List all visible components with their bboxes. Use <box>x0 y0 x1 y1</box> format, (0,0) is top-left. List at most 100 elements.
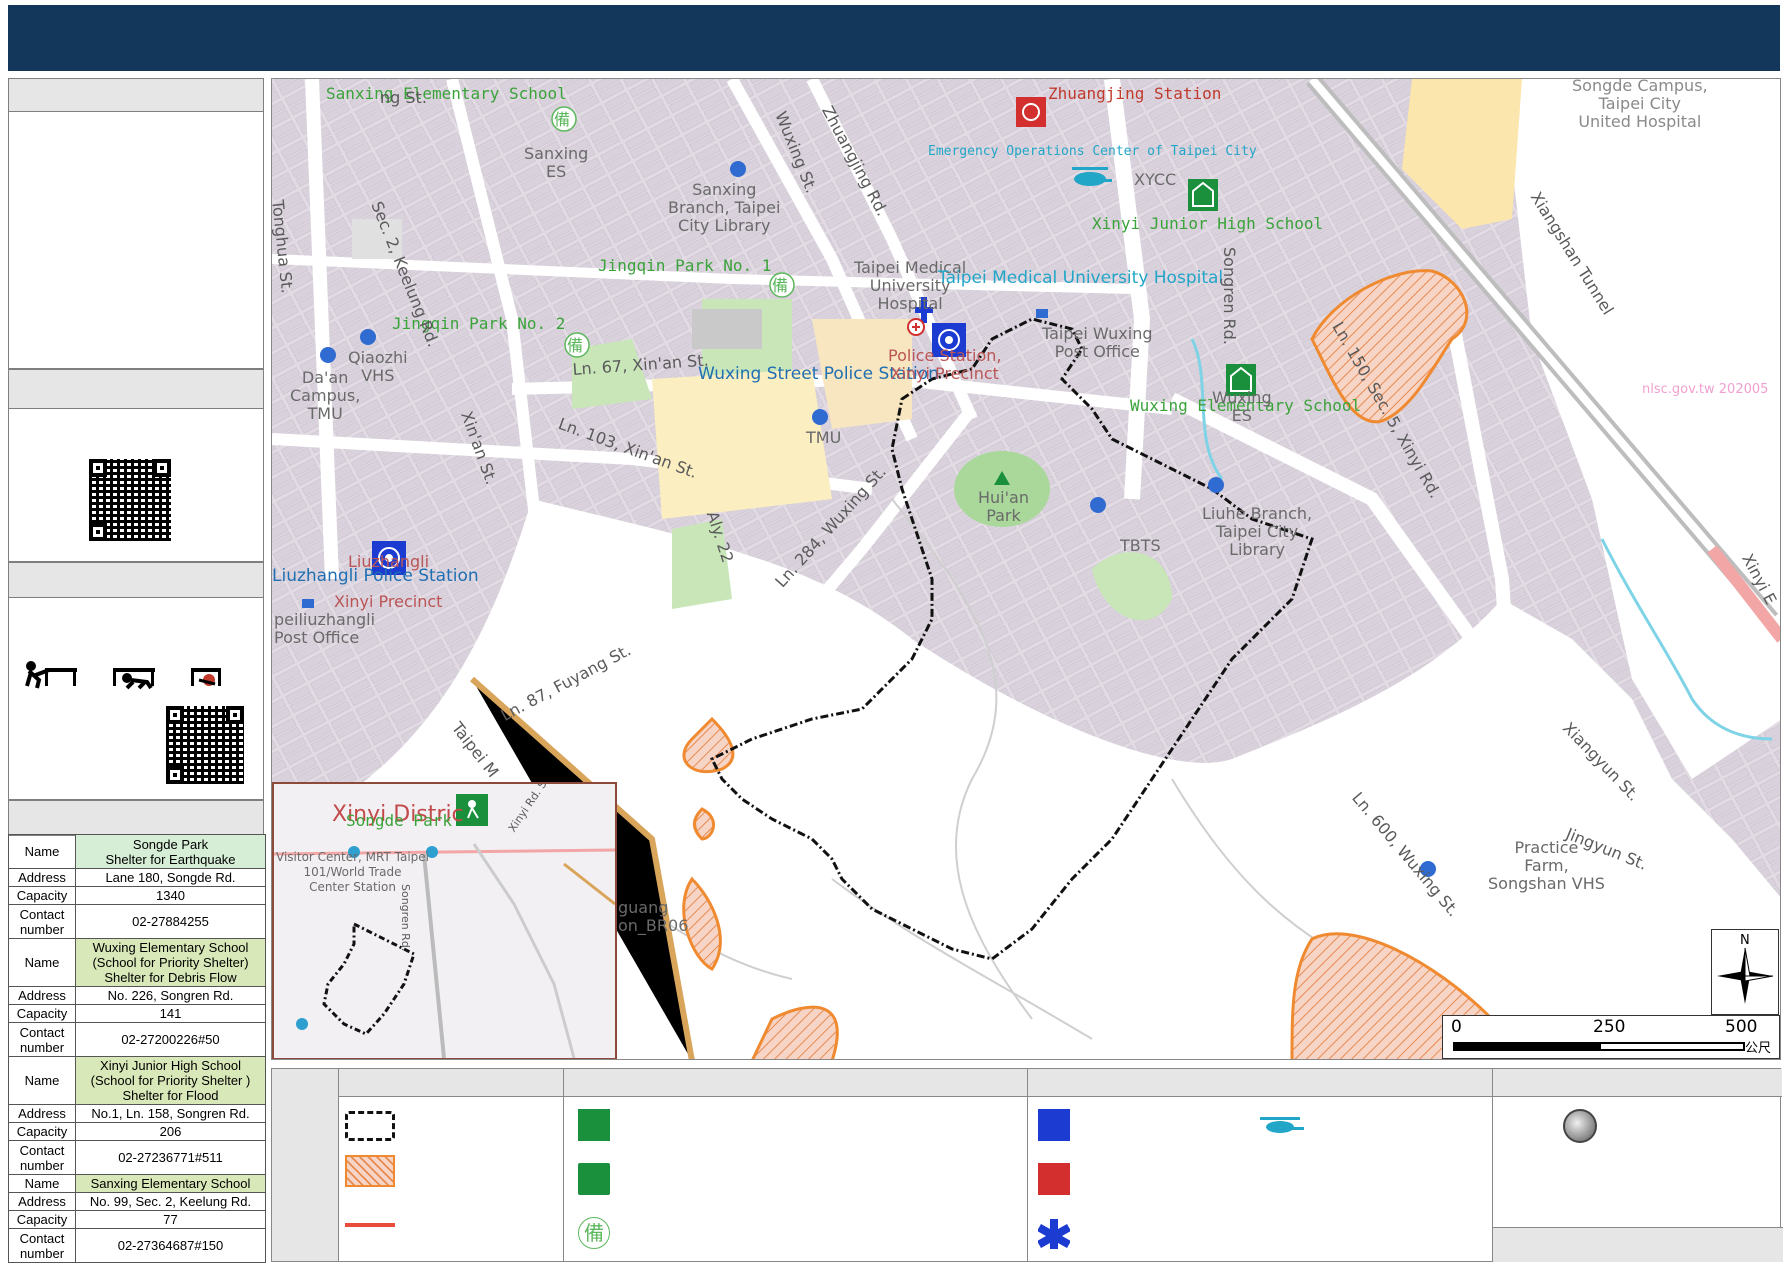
drop-icon <box>25 661 77 689</box>
scale-max: 500 <box>1725 1017 1758 1037</box>
shelter-row: Address No. 99, Sec. 2, Keelung Rd. <box>8 1192 266 1211</box>
label-zhuangjing-station: Zhuangjing Station <box>1048 84 1222 103</box>
hold-icon <box>191 668 221 686</box>
map-view[interactable]: 備 備 備 Sanxing Elementary School ng St. S… <box>271 78 1781 1060</box>
legend-col-shelters: 備 <box>563 1069 1027 1261</box>
label-tmu: TMU <box>806 428 842 447</box>
shelter-field-label: Capacity <box>8 1210 76 1229</box>
qr-code-2[interactable] <box>166 706 244 784</box>
red-line-icon <box>345 1223 395 1227</box>
reserve-shelter-icon: 備 <box>578 1217 610 1249</box>
label-tmu-hospital: Taipei Medical University Hospital <box>938 268 1224 288</box>
shelter-field-value: No. 226, Songren Rd. <box>75 986 266 1005</box>
shelter-row: Name Sanxing Elementary School <box>8 1174 266 1193</box>
label-sanxing-es-school: Sanxing Elementary School <box>326 84 567 103</box>
shelter-field-value: Songde Park Shelter for Earthquake <box>75 834 266 869</box>
shelter-field-value: No. 99, Sec. 2, Keelung Rd. <box>75 1192 266 1211</box>
shelter-field-label: Name <box>8 938 76 987</box>
shelter-field-value: 1340 <box>75 886 266 905</box>
shelter-row: Contact number 02-27236771#511 <box>8 1140 266 1175</box>
shelter-field-label: Address <box>8 1104 76 1123</box>
shelter-field-value: 206 <box>75 1122 266 1141</box>
left-panel-text-box <box>8 111 264 369</box>
scale-mid: 250 <box>1593 1017 1626 1037</box>
shelter-row: Address No. 226, Songren Rd. <box>8 986 266 1005</box>
shelter-row: Contact number 02-27200226#50 <box>8 1022 266 1057</box>
shelter-row: Contact number 02-27884255 <box>8 904 266 939</box>
gray-dot-icon <box>1563 1109 1597 1143</box>
police-icon <box>1038 1109 1070 1141</box>
label-sanxing-library: Sanxing Branch, Taipei City Library <box>668 180 781 235</box>
left-panel-header-1 <box>8 78 264 112</box>
legend-col-other <box>1492 1069 1783 1262</box>
shelter-row: Name Xinyi Junior High School (School for… <box>8 1056 266 1105</box>
label-songde-campus: Songde Campus, Taipei City United Hospit… <box>1572 78 1708 131</box>
shelter-field-label: Address <box>8 1192 76 1211</box>
shelter-row: Capacity 141 <box>8 1004 266 1023</box>
label-xinyi-jhs: Xinyi Junior High School <box>1092 214 1324 233</box>
label-police-precinct: Police Station, Xinyi Precinct <box>888 346 1002 383</box>
shelter-field-value: No.1, Ln. 158, Songren Rd. <box>75 1104 266 1123</box>
shelter-field-value: 77 <box>75 1210 266 1229</box>
legend-col-boundaries <box>338 1069 563 1261</box>
helicopter-icon <box>1260 1115 1306 1137</box>
shelter-field-label: Capacity <box>8 886 76 905</box>
legend-panel: 備 <box>271 1068 1783 1262</box>
label-sanxing-es: Sanxing ES <box>524 144 589 181</box>
label-tbts: TBTS <box>1120 536 1161 555</box>
shelter-field-value: Wuxing Elementary School (School for Pri… <box>75 938 266 987</box>
label-wuxing-post: Taipei Wuxing Post Office <box>1042 324 1153 361</box>
shelter-row: Capacity 206 <box>8 1122 266 1141</box>
label-jingqin-park-1: Jingqin Park No. 1 <box>598 256 772 275</box>
shelter-field-value: 02-27236771#511 <box>75 1140 266 1175</box>
shelter-row: Name Songde Park Shelter for Earthquake <box>8 834 266 869</box>
shelter-field-value: 02-27364687#150 <box>75 1228 266 1263</box>
road-songren: Songren Rd. <box>1220 247 1239 345</box>
earthquake-guide-box <box>8 597 264 800</box>
label-liuzhangli-post: peiliuzhangli Post Office <box>274 610 376 647</box>
scale-zero: 0 <box>1451 1017 1462 1037</box>
cover-icon <box>113 668 155 690</box>
qr-code-1[interactable] <box>89 459 171 541</box>
label-xinyi-precinct: Xinyi Precinct <box>334 592 443 611</box>
shelter-row: Contact number 02-27364687#150 <box>8 1228 266 1263</box>
shelter-field-value: Lane 180, Songde Rd. <box>75 868 266 887</box>
shelter-field-value: Sanxing Elementary School <box>75 1174 266 1193</box>
shelter-row: Capacity 1340 <box>8 886 266 905</box>
shelter-field-label: Contact number <box>8 904 76 939</box>
label-huian-park: Hui'an Park <box>978 488 1029 525</box>
shelter-field-label: Contact number <box>8 1140 76 1175</box>
shelter-field-label: Contact number <box>8 1228 76 1263</box>
left-panel-header-4 <box>8 800 264 836</box>
shelter-field-value: 02-27200226#50 <box>75 1022 266 1057</box>
scale-bar: 0 250 500 公尺 <box>1442 1015 1780 1059</box>
shelter-table: Name Songde Park Shelter for Earthquake Ad… <box>8 834 266 1263</box>
label-daan-campus: Da'an Campus, TMU <box>290 368 361 423</box>
left-panel-header-3 <box>8 562 264 598</box>
park-shelter-icon <box>578 1163 610 1195</box>
shelter-field-label: Capacity <box>8 1004 76 1023</box>
qr-code-box <box>8 408 264 562</box>
shelter-field-value: Xinyi Junior High School (School for Pri… <box>75 1056 266 1105</box>
legend-col-facilities <box>1027 1069 1492 1261</box>
scale-unit: 公尺 <box>1745 1041 1772 1056</box>
road-st-top: ng St. <box>380 88 427 107</box>
school-shelter-icon <box>578 1109 610 1141</box>
shelter-field-label: Address <box>8 986 76 1005</box>
shelter-field-label: Name <box>8 834 76 869</box>
label-liuhe-library: Liuhe Branch, Taipei City Library <box>1202 504 1313 559</box>
inset-map[interactable]: Xinyi Distric Songde Park Visitor Center… <box>272 782 617 1059</box>
shelter-row: Capacity 77 <box>8 1210 266 1229</box>
shelter-field-label: Address <box>8 868 76 887</box>
shelter-field-label: Name <box>8 1056 76 1105</box>
shelter-field-label: Capacity <box>8 1122 76 1141</box>
shelter-row: Name Wuxing Elementary School (School for… <box>8 938 266 987</box>
hazard-area-icon <box>345 1155 395 1187</box>
label-xycc: XYCC <box>1134 170 1177 189</box>
label-eoc: Emergency Operations Center of Taipei Ci… <box>928 144 1257 159</box>
title-bar <box>8 5 1780 71</box>
shelter-field-value: 02-27884255 <box>75 904 266 939</box>
label-source: nlsc.gov.tw 202005 <box>1642 382 1769 397</box>
label-wuxing-es: Wuxing ES <box>1212 388 1272 425</box>
inset-songde-park: Songde Park <box>346 811 452 830</box>
